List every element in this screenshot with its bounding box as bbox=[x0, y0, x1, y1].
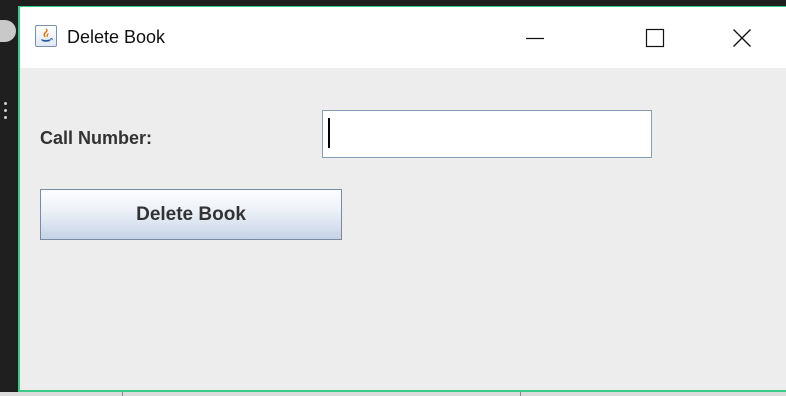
window-title: Delete Book bbox=[67, 27, 166, 47]
background-drag-handle-icon bbox=[4, 102, 10, 126]
minimize-icon bbox=[526, 37, 544, 39]
delete-book-button[interactable]: Delete Book bbox=[40, 189, 342, 240]
call-number-label: Call Number: bbox=[40, 128, 153, 148]
text-caret bbox=[328, 118, 330, 148]
delete-book-window: Delete Book Call Number: Delete Book bbox=[18, 6, 786, 392]
maximize-button[interactable] bbox=[625, 7, 685, 68]
call-number-input[interactable] bbox=[322, 110, 652, 158]
background-window-strip bbox=[0, 392, 786, 396]
background-divider bbox=[122, 392, 123, 396]
maximize-icon bbox=[645, 28, 665, 47]
close-icon bbox=[733, 28, 751, 47]
title-bar[interactable]: Delete Book bbox=[20, 7, 786, 68]
background-divider bbox=[520, 392, 521, 396]
java-app-icon bbox=[35, 25, 57, 47]
form-panel: Call Number: Delete Book bbox=[20, 68, 786, 390]
background-app-icon bbox=[0, 20, 16, 42]
minimize-button[interactable] bbox=[505, 7, 565, 68]
close-button[interactable] bbox=[712, 7, 772, 68]
